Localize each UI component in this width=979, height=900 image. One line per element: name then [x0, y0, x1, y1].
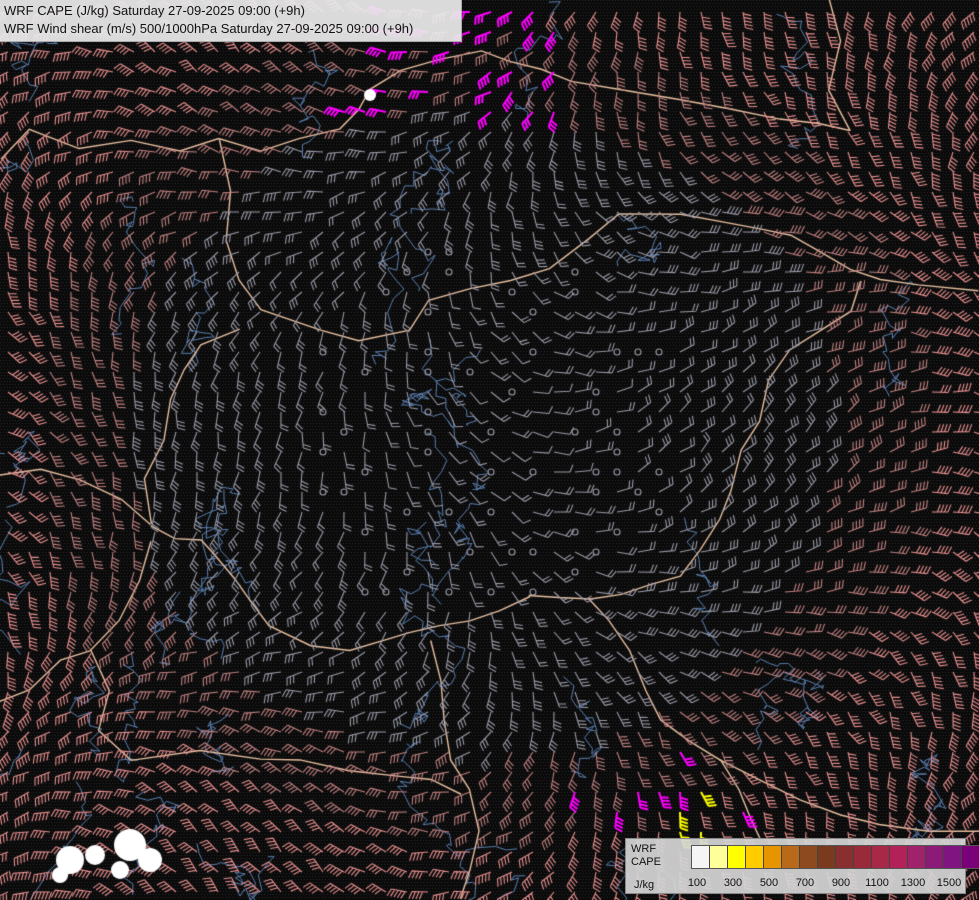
legend-tick-label: 1500 — [936, 877, 962, 889]
legend-swatch — [728, 846, 746, 868]
legend-tick-label: 900 — [831, 877, 851, 889]
legend-swatch — [890, 846, 908, 868]
legend-tick-labels: 100 300 500 700 900 1100 1300 1500 — [681, 877, 971, 891]
legend-swatch — [710, 846, 728, 868]
wind-shear-cape-map[interactable] — [0, 0, 979, 900]
legend-unit: J/kg — [634, 879, 655, 891]
legend-swatch — [836, 846, 854, 868]
legend-swatch — [818, 846, 836, 868]
map-title-box: WRF CAPE (J/kg) Saturday 27-09-2025 09:0… — [0, 0, 462, 42]
legend-tick-label: 500 — [759, 877, 779, 889]
legend-tick-label: 700 — [795, 877, 815, 889]
legend-swatch — [926, 846, 944, 868]
cape-title: WRF CAPE (J/kg) Saturday 27-09-2025 09:0… — [4, 3, 305, 18]
legend-tick-label: 300 — [723, 877, 743, 889]
wind-shear-title: WRF Wind shear (m/s) 500/1000hPa Saturda… — [4, 21, 414, 36]
legend-color-scale — [691, 845, 979, 869]
legend-swatch — [908, 846, 926, 868]
cape-legend: WRF CAPE J/kg 100 300 500 700 900 1100 1300 150… — [625, 838, 979, 894]
legend-swatch — [962, 846, 979, 868]
legend-swatch — [854, 846, 872, 868]
legend-swatch — [944, 846, 962, 868]
legend-tick-label: 100 — [687, 877, 707, 889]
legend-swatch — [692, 846, 710, 868]
legend-swatch — [746, 846, 764, 868]
legend-swatch — [782, 846, 800, 868]
legend-swatch — [872, 846, 890, 868]
legend-tick-label: 1300 — [900, 877, 926, 889]
legend-tick-label: 1100 — [865, 877, 889, 889]
legend-swatch — [800, 846, 818, 868]
legend-title: WRF CAPE — [631, 843, 661, 868]
legend-swatch — [764, 846, 782, 868]
